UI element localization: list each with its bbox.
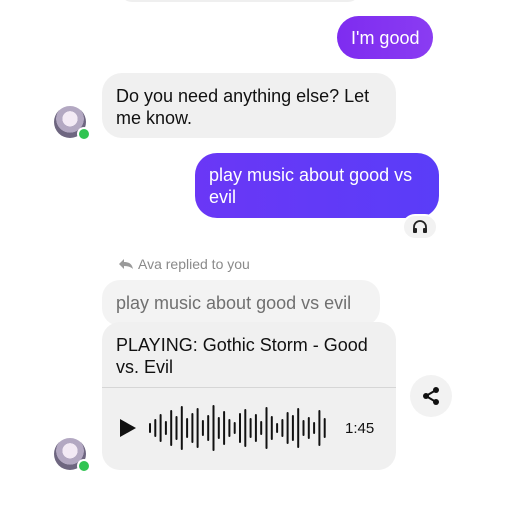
- quoted-message[interactable]: play music about good vs evil: [102, 280, 380, 326]
- waveform-bar: [159, 414, 162, 442]
- reply-label: Ava replied to you: [138, 256, 250, 272]
- waveform-bar: [318, 410, 321, 446]
- waveform-bar: [307, 417, 310, 439]
- waveform-bar: [212, 405, 215, 451]
- waveform-bar: [260, 421, 263, 435]
- waveform-bar: [170, 410, 173, 446]
- headphones-icon: [413, 220, 427, 233]
- outgoing-message[interactable]: play music about good vs evil: [195, 153, 439, 218]
- waveform-bar: [270, 416, 273, 440]
- waveform-bar: [191, 413, 194, 443]
- waveform-bar: [228, 419, 231, 437]
- incoming-message[interactable]: Do you need anything else? Let me know.: [102, 73, 396, 138]
- waveform-bar: [244, 409, 247, 447]
- share-icon: [423, 387, 439, 405]
- outgoing-message[interactable]: I'm good: [337, 16, 434, 59]
- waveform-bar: [286, 412, 289, 444]
- reply-arrow-icon: [119, 259, 133, 269]
- waveform-bar: [281, 419, 284, 437]
- waveform-bar: [201, 420, 204, 436]
- waveform-bar: [233, 422, 236, 434]
- waveform-bar: [239, 413, 241, 443]
- share-button[interactable]: [410, 375, 452, 417]
- message-text: I'm good: [351, 28, 420, 48]
- quoted-text: play music about good vs evil: [116, 293, 352, 313]
- divider: [102, 387, 396, 388]
- previous-message-bubble: [120, 0, 360, 2]
- waveform-bar: [254, 414, 257, 442]
- waveform-bar: [297, 408, 300, 448]
- waveform-bar: [180, 406, 183, 450]
- message-reaction[interactable]: [402, 214, 438, 240]
- waveform-bar: [186, 418, 189, 438]
- waveform-bar: [207, 415, 210, 441]
- waveform-bar: [149, 423, 151, 433]
- message-text: Do you need anything else? Let me know.: [116, 86, 370, 128]
- waveform-bar: [276, 423, 279, 433]
- message-text: play music about good vs evil: [209, 165, 413, 207]
- waveform-bar: [196, 408, 199, 448]
- audio-waveform[interactable]: [148, 404, 328, 452]
- waveform-bar: [265, 407, 268, 449]
- waveform-bar: [223, 411, 226, 445]
- waveform-bar: [217, 417, 220, 439]
- waveform-bar: [249, 418, 252, 438]
- waveform-bar: [175, 416, 178, 440]
- reply-indicator: Ava replied to you: [118, 256, 250, 272]
- waveform-bar: [302, 420, 305, 436]
- play-icon[interactable]: [120, 419, 136, 437]
- online-status-dot: [77, 127, 91, 141]
- waveform-bar: [291, 415, 294, 441]
- waveform-bar: [154, 419, 157, 437]
- music-player-card[interactable]: PLAYING: Gothic Storm - Good vs. Evil 1:…: [102, 322, 396, 470]
- waveform-bar: [323, 418, 326, 438]
- waveform-bar: [313, 422, 316, 434]
- track-title: PLAYING: Gothic Storm - Good vs. Evil: [116, 335, 368, 377]
- track-duration: 1:45: [345, 420, 375, 437]
- online-status-dot: [77, 459, 91, 473]
- waveform-bar: [164, 421, 167, 435]
